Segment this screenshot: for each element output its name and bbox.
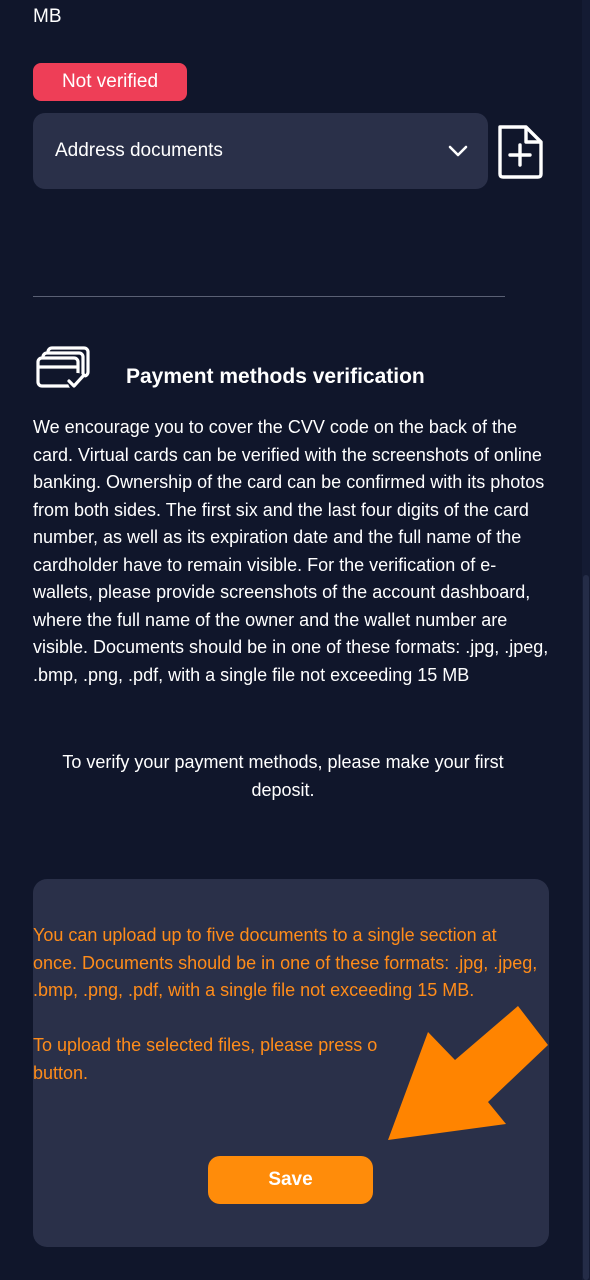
deposit-note: To verify your payment methods, please m… [62,752,504,800]
address-documents-dropdown[interactable]: Address documents [33,113,488,189]
payment-description: We encourage you to cover the CVV code o… [33,417,549,685]
arrow-pointer-icon [388,1006,548,1140]
section-title: Payment methods verification [126,365,425,388]
scrollbar-track[interactable] [582,0,590,1280]
file-plus-icon[interactable] [495,124,545,180]
section-divider [33,296,505,297]
upload-instruction-start: To upload the selected files, please pre… [33,1035,378,1055]
status-badge: Not verified [33,63,187,101]
credit-cards-check-icon [36,346,90,391]
save-button[interactable]: Save [208,1156,373,1204]
scrollbar-thumb[interactable] [583,575,589,1280]
upload-info-text: You can upload up to five documents to a… [33,925,538,1000]
chevron-down-icon [448,145,468,157]
upload-instruction-end: button. [33,1062,89,1083]
truncated-text: MB [33,6,62,27]
dropdown-label: Address documents [55,140,223,161]
